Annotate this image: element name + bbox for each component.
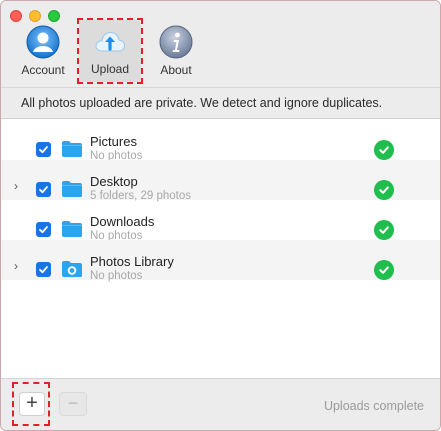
privacy-info-bar: All photos uploaded are private. We dete… bbox=[1, 87, 440, 119]
account-icon bbox=[26, 25, 60, 59]
tab-upload[interactable]: Upload bbox=[79, 20, 141, 82]
check-circle-icon bbox=[374, 180, 394, 200]
folder-icon bbox=[61, 140, 83, 158]
list-item[interactable]: Pictures No photos bbox=[1, 120, 440, 162]
chevron-right-icon[interactable]: › bbox=[14, 259, 24, 273]
privacy-info-text: All photos uploaded are private. We dete… bbox=[21, 96, 383, 110]
folder-title: Pictures bbox=[90, 134, 137, 149]
folder-icon bbox=[61, 180, 83, 198]
chevron-right-icon[interactable]: › bbox=[14, 179, 24, 193]
tab-upload-label: Upload bbox=[90, 62, 130, 76]
info-icon bbox=[159, 25, 193, 59]
app-window: Account Upload About All photos uploaded… bbox=[0, 0, 441, 431]
upload-status: Uploads complete bbox=[323, 399, 424, 413]
checkbox[interactable] bbox=[36, 222, 51, 237]
cloud-upload-icon bbox=[93, 24, 127, 58]
check-circle-icon bbox=[374, 140, 394, 160]
checkbox[interactable] bbox=[36, 142, 51, 157]
tab-account-label: Account bbox=[21, 63, 65, 77]
check-circle-icon bbox=[374, 220, 394, 240]
tab-about[interactable]: About bbox=[145, 21, 207, 81]
list-item[interactable]: › Desktop 5 folders, 29 photos bbox=[1, 160, 440, 202]
photos-library-icon bbox=[61, 260, 83, 278]
check-circle-icon bbox=[374, 260, 394, 280]
remove-folder-button[interactable]: − bbox=[59, 392, 87, 416]
footer-bar: + − Uploads complete bbox=[1, 378, 440, 430]
folder-icon bbox=[61, 220, 83, 238]
checkbox[interactable] bbox=[36, 262, 51, 277]
checkbox[interactable] bbox=[36, 182, 51, 197]
folder-title: Photos Library bbox=[90, 254, 174, 269]
folder-title: Downloads bbox=[90, 214, 155, 229]
folder-title: Desktop bbox=[90, 174, 138, 189]
add-folder-button[interactable]: + bbox=[19, 392, 45, 416]
list-item[interactable]: › Photos Library No photos bbox=[1, 240, 440, 282]
folder-subtitle: No photos bbox=[90, 270, 143, 282]
tab-account[interactable]: Account bbox=[12, 21, 74, 81]
list-item[interactable]: Downloads No photos bbox=[1, 200, 440, 242]
folder-list: Pictures No photos › Desktop 5 folders, … bbox=[1, 120, 440, 282]
tab-about-label: About bbox=[160, 63, 192, 77]
toolbar: Account Upload About bbox=[1, 1, 440, 87]
